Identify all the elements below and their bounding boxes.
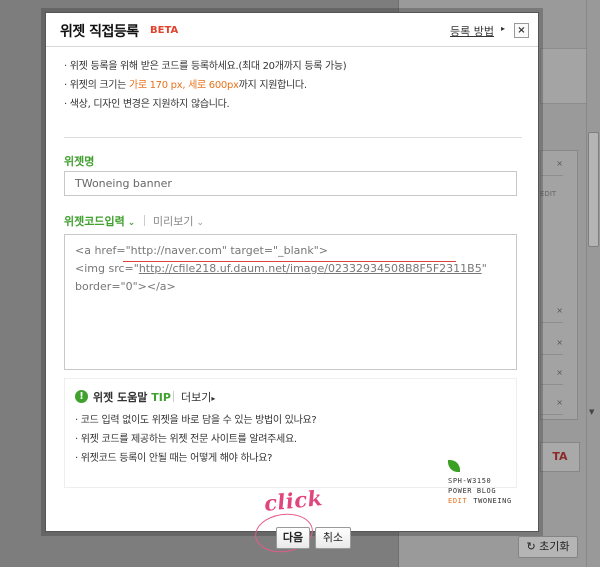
notice-text: 위젯 등록을 위해 받은 코드를 등록하세요.(최대 20개까지 등록 가능) [69,61,347,72]
tip-title: 위젯 도움말 TIP [93,389,171,405]
watermark-name: TWONEING [473,497,512,505]
code-text: " [481,262,487,275]
widget-name-label: 위젯명 [64,155,95,168]
tip-title-accent: TIP [151,391,171,404]
tip-item[interactable]: · 위젯 코드를 제공하는 위젯 전문 사이트를 알려주세요. [75,430,505,449]
code-line: <img src="http://cfile218.uf.daum.net/im… [75,260,506,278]
watermark-line: EDIT TWONEING [448,497,512,505]
code-text: <img src=" [75,262,139,275]
notice-text: 색상, 디자인 변경은 지원하지 않습니다. [69,99,230,110]
background-list-item: × [541,299,563,323]
notice-text: 위젯의 크기는 [69,80,129,91]
background-button: TA [540,442,580,472]
background-scrollbar: ▲ ▼ [586,0,600,567]
reset-label: 초기화 [539,540,570,553]
tip-title-text: 위젯 도움말 [93,391,152,404]
tip-box: ! 위젯 도움말 TIP 더보기▸ · 코드 입력 없이도 위젯을 바로 담을 … [64,378,517,488]
scroll-down-arrow-icon: ▼ [589,408,595,416]
chevron-down-icon: ⌄ [196,218,205,228]
notice-line: · 위젯의 크기는 가로 170 px, 세로 600px까지 지원합니다. [64,80,307,91]
dialog-header: 위젯 직접등록 BETA 등록 방법 ▸ × [46,13,538,47]
code-line: border="0"></a> [75,280,176,293]
tab-code-label: 위젯코드입력 [64,215,125,228]
tip-more-link[interactable]: 더보기▸ [181,389,215,405]
background-list-item: × [541,391,563,415]
scrollbar-thumb [588,132,599,247]
cancel-button[interactable]: 취소 [315,527,351,549]
tip-item-text: 위젯 코드를 제공하는 위젯 전문 사이트를 알려주세요. [80,434,297,445]
code-line: <a href="http://naver.com" target="_blan… [75,244,328,257]
tip-item-text: 위젯코드 등록이 안될 때는 어떻게 해야 하나요? [80,453,273,464]
background-edit-label: EDIT [540,190,557,198]
help-link[interactable]: 등록 방법 [450,23,494,39]
background-list-item: × [541,331,563,355]
watermark-line: POWER BLOG [448,487,497,495]
widget-name-input[interactable]: TWoneing banner [64,171,517,196]
background-reset-button: ↻ 초기화 [518,536,578,558]
background-list-item: × [541,152,563,176]
size-highlight: 가로 170 px, 세로 600px [128,80,239,91]
tip-separator [173,391,174,402]
chevron-right-icon: ▸ [211,394,216,403]
notice-text: 까지 지원합니다. [238,80,307,91]
tab-preview[interactable]: 미리보기 ⌄ [153,213,204,229]
tip-item-text: 코드 입력 없이도 위젯을 바로 담을 수 있는 방법이 있나요? [80,415,317,426]
tip-item[interactable]: · 위젯코드 등록이 안될 때는 어떻게 해야 하나요? [75,449,505,468]
watermark-line: SPH-W3150 [448,477,492,485]
click-annotation: click [262,485,324,516]
tab-preview-label: 미리보기 [153,215,194,228]
beta-badge: BETA [150,25,179,36]
widget-register-dialog: 위젯 직접등록 BETA 등록 방법 ▸ × · 위젯 등록을 위해 받은 코드… [45,12,539,556]
close-button[interactable]: × [514,23,529,38]
tip-list: · 코드 입력 없이도 위젯을 바로 담을 수 있는 방법이 있나요? · 위젯… [75,411,505,468]
exclamation-icon: ! [75,390,88,403]
url-highlight-underline [123,261,456,262]
watermark-edit: EDIT [448,497,468,505]
chevron-down-icon: ⌄ [127,218,136,228]
tab-separator [144,215,145,226]
dialog-title: 위젯 직접등록 [60,24,139,40]
background-list-item: × [541,361,563,385]
notice: · 위젯 등록을 위해 받은 코드를 등록하세요.(최대 20개까지 등록 가능… [64,47,522,114]
chevron-right-icon: ▸ [501,24,506,33]
next-button[interactable]: 다음 [276,527,310,549]
tab-code-input[interactable]: 위젯코드입력 ⌄ [64,213,135,229]
widget-code-textarea[interactable]: <a href="http://naver.com" target="_blan… [64,234,517,370]
divider [64,137,522,138]
dialog-body: · 위젯 등록을 위해 받은 코드를 등록하세요.(최대 20개까지 등록 가능… [64,47,522,556]
tip-item[interactable]: · 코드 입력 없이도 위젯을 바로 담을 수 있는 방법이 있나요? [75,411,505,430]
tip-more-label: 더보기 [181,391,212,404]
notice-line: · 위젯 등록을 위해 받은 코드를 등록하세요.(최대 20개까지 등록 가능… [64,61,347,72]
code-image-url: http://cfile218.uf.daum.net/image/023329… [138,262,482,275]
notice-line: · 색상, 디자인 변경은 지원하지 않습니다. [64,99,230,110]
